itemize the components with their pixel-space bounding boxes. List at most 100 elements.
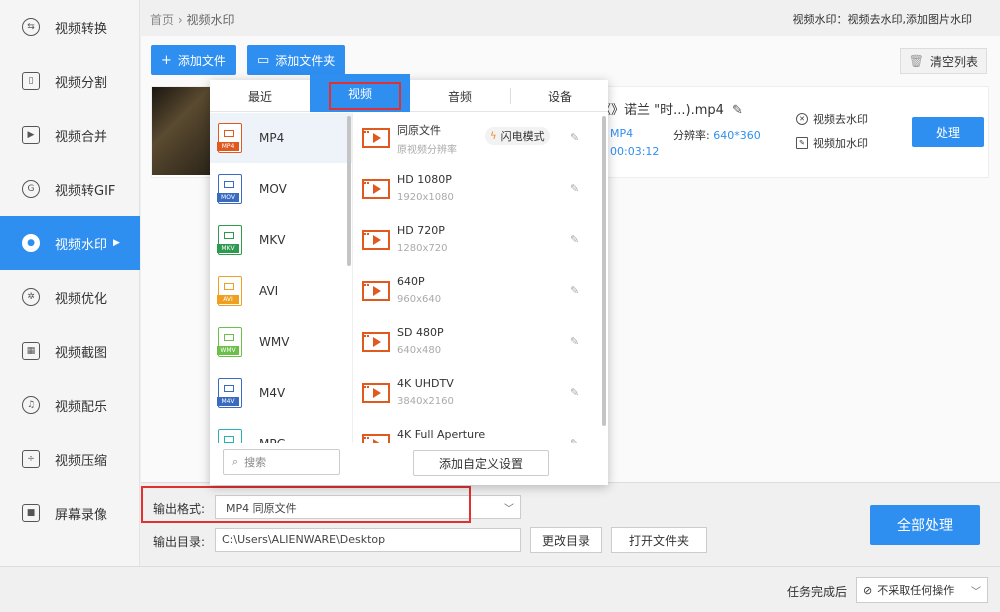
sidebar-item-label: 视频配乐 [55,399,108,415]
file-name[interactable]: 《》诺兰 "时...).mp4 ✎ [598,99,743,118]
format-item-avi[interactable]: AVI AVI [210,266,352,316]
open-folder-button[interactable]: 打开文件夹 [611,527,707,553]
edit-preset-icon[interactable]: ✎ [570,335,579,348]
camera-icon [224,283,234,290]
sidebar-item-convert[interactable]: ⇆ 视频转换 [0,0,140,54]
breadcrumb: 首页 › 视频水印 [150,11,235,28]
lightning-icon: ϟ [490,130,497,142]
change-dir-button[interactable]: 更改目录 [530,527,602,553]
sidebar: ⇆ 视频转换 ▯ 视频分割 ▶ 视频合并 G 视频转GIF ● 视频水印 ▶ ✲ 视频优化 ▦ 视频截图 ♫ 视… [0,0,140,566]
breadcrumb-home[interactable]: 首页 [150,13,174,27]
preset-item[interactable]: 4K Full Aperture ✎ [354,419,594,443]
sidebar-item-compress[interactable]: ÷ 视频压缩 [0,432,140,486]
edit-name-icon[interactable]: ✎ [732,103,743,118]
tab-divider [510,88,511,104]
sidebar-item-record[interactable]: ■ 屏幕录像 [0,486,140,540]
process-button[interactable]: 处理 [912,117,984,147]
video-film-icon [362,230,390,250]
add-folder-button[interactable]: ▭ 添加文件夹 [247,45,346,75]
add-file-label: 添加文件 [177,53,226,68]
format-tag: MKV [217,244,239,253]
preset-item[interactable]: 同原文件 原视频分辨率 ✎ ϟ 闪电模式 [354,113,594,163]
format-item-m4v[interactable]: M4V M4V [210,368,352,418]
optimize-icon-glyph: ✲ [27,292,35,302]
plus-icon: + [161,52,172,68]
edit-preset-icon[interactable]: ✎ [570,386,579,399]
merge-icon: ▶ [22,126,40,144]
sidebar-item-merge[interactable]: ▶ 视频合并 [0,108,140,162]
header: 首页 › 视频水印 视频水印：视频去水印,添加图片水印 [141,0,1000,36]
sidebar-item-optimize[interactable]: ✲ 视频优化 [0,270,140,324]
file-format-icon: AVI [217,276,242,306]
format-item-mp4[interactable]: MP4 MP4 [210,113,352,163]
format-label: MPG [259,437,286,443]
edit-preset-icon[interactable]: ✎ [570,131,579,144]
tab-recent[interactable]: 最近 [210,80,310,112]
process-all-button[interactable]: 全部处理 [870,505,980,545]
folder-icon: ▭ [257,52,270,68]
video-film-icon [362,128,390,148]
split-icon: ▯ [22,72,40,90]
tab-audio[interactable]: 音频 [410,80,510,112]
edit-preset-icon[interactable]: ✎ [570,284,579,297]
preset-name: HD 720P [397,224,445,237]
output-dir-label: 输出目录: [153,535,206,549]
remove-watermark-option[interactable]: ✕ 视频去水印 [796,111,868,127]
edit-preset-icon[interactable]: ✎ [570,437,579,443]
format-search-input[interactable]: ⌕ 搜索 [223,449,340,475]
preset-item[interactable]: SD 480P 640x480 ✎ [354,317,594,367]
output-format-highlight [141,486,471,523]
edit-preset-icon[interactable]: ✎ [570,233,579,246]
preset-list: 同原文件 原视频分辨率 ✎ ϟ 闪电模式 HD 1080P 1920x1080 ✎ HD 720… [354,113,608,443]
watermark-icon: ● [22,234,40,252]
edit-preset-icon[interactable]: ✎ [570,182,579,195]
preset-name: 4K Full Aperture [397,428,486,441]
music-icon: ♫ [22,396,40,414]
video-thumbnail[interactable] [152,87,212,175]
convert-icon: ⇆ [22,18,40,36]
sidebar-item-music[interactable]: ♫ 视频配乐 [0,378,140,432]
output-dir-field[interactable]: C:\Users\ALIENWARE\Desktop [215,528,521,552]
sidebar-item-screenshot[interactable]: ▦ 视频截图 [0,324,140,378]
clear-list-button[interactable]: 🗑 清空列表 [899,48,987,74]
add-watermark-option[interactable]: ✎ 视频加水印 [796,135,868,151]
format-tabs: 最近 视频 音频 设备 [210,74,610,112]
sidebar-item-label: 视频分割 [55,75,108,91]
preset-resolution: 3840x2160 [397,396,454,407]
gif-icon-glyph: G [27,184,35,194]
optimize-icon: ✲ [22,288,40,306]
tab-device[interactable]: 设备 [510,80,610,112]
search-placeholder: 搜索 [244,456,267,469]
sidebar-item-label: 屏幕录像 [55,507,108,523]
preset-name: 4K UHDTV [397,377,454,390]
after-task-value: 不采取任何操作 [877,584,955,597]
format-popup: 最近 视频 音频 设备 MP4 MP4 MOV MOV MKV MKV AVI AVI WMV WMV M… [210,74,610,485]
format-item-mpg[interactable]: MPG MPG [210,419,352,443]
preset-item[interactable]: HD 1080P 1920x1080 ✎ [354,164,594,214]
format-tag: M4V [217,397,239,406]
after-task-select[interactable]: ⊘ 不采取任何操作 ﹀ [856,577,988,603]
format-item-wmv[interactable]: WMV WMV [210,317,352,367]
camera-icon [224,181,234,188]
sidebar-item-split[interactable]: ▯ 视频分割 [0,54,140,108]
preset-item[interactable]: 640P 960x640 ✎ [354,266,594,316]
preset-item[interactable]: HD 720P 1280x720 ✎ [354,215,594,265]
format-tag: MOV [217,193,239,202]
format-label: M4V [259,386,286,400]
merge-icon-glyph: ▶ [27,130,35,140]
preset-item[interactable]: 4K UHDTV 3840x2160 ✎ [354,368,594,418]
flash-mode-badge[interactable]: ϟ 闪电模式 [485,127,550,145]
preset-list-scrollbar[interactable] [602,116,606,426]
format-item-mov[interactable]: MOV MOV [210,164,352,214]
add-custom-button[interactable]: 添加自定义设置 [413,450,549,476]
camera-icon [224,232,234,239]
sidebar-item-watermark[interactable]: ● 视频水印 ▶ [0,216,140,270]
footer: 任务完成后 ⊘ 不采取任何操作 ﹀ [0,566,1000,612]
sidebar-item-gif[interactable]: G 视频转GIF [0,162,140,216]
add-file-button[interactable]: + 添加文件 [151,45,236,75]
format-item-mkv[interactable]: MKV MKV [210,215,352,265]
format-list-scrollbar[interactable] [347,116,351,266]
add-folder-label: 添加文件夹 [275,53,336,68]
video-tab-highlight [329,82,401,110]
page-description: 视频水印：视频去水印,添加图片水印 [792,13,973,26]
